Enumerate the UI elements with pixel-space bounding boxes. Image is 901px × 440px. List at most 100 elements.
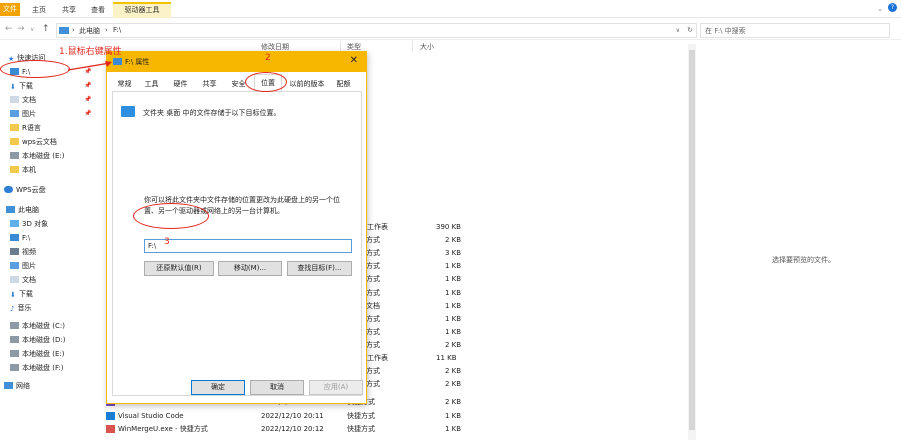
folder-icon xyxy=(10,124,19,131)
row-size: 1 KB xyxy=(445,288,462,297)
column-divider xyxy=(340,41,341,51)
sidebar-item-local-machine[interactable]: 本机 xyxy=(10,164,36,176)
tab-hardware[interactable]: 硬件 xyxy=(168,77,193,91)
sidebar-item-network[interactable]: 网络 xyxy=(4,380,30,392)
tab-general[interactable]: 常规 xyxy=(112,77,137,91)
annotation-circle-restore xyxy=(133,203,209,229)
sidebar-item-f-drive[interactable]: F:\ xyxy=(10,232,30,244)
row-type-partial: 工作表 xyxy=(367,223,388,231)
sidebar-item-downloads[interactable]: ⬇ 下载 xyxy=(10,288,33,300)
row-type-partial: 方式 xyxy=(366,380,380,389)
row-type-partial: 方式 xyxy=(366,262,380,271)
column-header-size[interactable]: 大小 xyxy=(420,42,434,52)
scrollbar-thumb[interactable] xyxy=(689,50,695,430)
row-type-partial: 工作表 xyxy=(367,354,388,362)
address-dropdown-icon[interactable]: ∨ xyxy=(676,27,680,34)
sidebar-item-downloads-quick[interactable]: ⬇ 下载 xyxy=(10,80,33,92)
sidebar-item-music[interactable]: ♪ 音乐 xyxy=(10,302,31,314)
recent-dropdown-icon[interactable]: ∨ xyxy=(30,26,34,33)
row-type-partial: 方式 xyxy=(366,275,380,284)
address-bar-row: ← → ∨ ↑ › 此电脑 › F:\ ∨ ↻ 在 F:\ 中搜索 xyxy=(0,20,901,40)
cube-icon xyxy=(10,220,19,227)
breadcrumb-this-pc[interactable]: 此电脑 xyxy=(79,26,100,36)
document-icon xyxy=(10,96,19,103)
tab-quota[interactable]: 配额 xyxy=(331,77,356,91)
row-size: 3 KB xyxy=(445,249,462,258)
tab-drive-tools[interactable]: 驱动器工具 xyxy=(113,2,171,18)
sidebar-item-documents[interactable]: 文档 xyxy=(10,274,36,286)
download-icon: ⬇ xyxy=(10,83,16,91)
row-type-partial: 方式 xyxy=(366,340,380,349)
sidebar-item-documents-quick[interactable]: 文档 xyxy=(10,94,36,106)
preview-pane-text: 选择要预览的文件。 xyxy=(772,256,835,264)
sidebar-item-wps-cloud[interactable]: WPS云盘 xyxy=(4,184,46,196)
annotation-step1: 1.鼠标右键属性 xyxy=(59,47,122,57)
sidebar-item-local-c[interactable]: 本地磁盘 (C:) xyxy=(10,320,65,332)
search-input[interactable]: 在 F:\ 中搜索 xyxy=(700,23,890,38)
computer-icon xyxy=(6,206,15,213)
sidebar-item-pictures-quick[interactable]: 图片 xyxy=(10,108,36,120)
winmerge-icon xyxy=(106,425,115,433)
drive-icon xyxy=(10,152,19,159)
pin-icon: 📌 xyxy=(84,96,92,103)
star-icon: ★ xyxy=(8,55,15,63)
row-size: 2 KB xyxy=(445,380,462,389)
row-type-partial: 方式 xyxy=(366,236,380,245)
search-placeholder: 在 F:\ 中搜索 xyxy=(705,27,746,35)
close-icon[interactable]: ✕ xyxy=(350,55,358,66)
sidebar-item-wps-docs[interactable]: wps云文档 xyxy=(10,136,57,148)
ribbon-collapse-icon[interactable]: ⌄ xyxy=(877,5,883,13)
restore-default-button[interactable]: 还原默认值(R) xyxy=(144,261,214,276)
sidebar-item-this-pc[interactable]: 此电脑 xyxy=(6,204,39,216)
sidebar-item-local-f[interactable]: 本地磁盘 (F:) xyxy=(10,362,64,374)
sidebar-item-videos[interactable]: 视频 xyxy=(10,246,36,258)
sidebar-item-local-d[interactable]: 本地磁盘 (D:) xyxy=(10,334,65,346)
row-type-partial: 方式 xyxy=(366,249,380,258)
location-path-input[interactable]: F:\ xyxy=(144,239,352,253)
sidebar-item-local-e[interactable]: 本地磁盘 (E:) xyxy=(10,348,64,360)
desktop-folder-icon xyxy=(121,106,135,117)
network-icon xyxy=(4,382,13,389)
row-size: 1 KB xyxy=(445,301,462,310)
tab-tools[interactable]: 工具 xyxy=(139,77,164,91)
scrollbar[interactable] xyxy=(688,44,696,440)
ok-button[interactable]: 确定 xyxy=(191,380,245,395)
location-info-text: 文件夹 桌面 中的文件存储于以下目标位置。 xyxy=(143,109,281,117)
refresh-icon[interactable]: ↻ xyxy=(687,26,693,34)
forward-icon[interactable]: → xyxy=(17,24,25,34)
sidebar-item-pictures[interactable]: 图片 xyxy=(10,260,36,272)
find-target-button[interactable]: 查找目标(F)... xyxy=(287,261,352,276)
help-icon[interactable]: ? xyxy=(888,3,897,12)
tab-share[interactable]: 共享 xyxy=(58,4,80,18)
back-icon[interactable]: ← xyxy=(5,24,13,34)
row-size: 1 KB xyxy=(445,275,462,284)
drive-icon xyxy=(10,322,19,329)
annotation-arrow xyxy=(67,61,112,71)
tab-sharing[interactable]: 共享 xyxy=(197,77,222,91)
table-row[interactable]: WinMergeU.exe - 快捷方式 2022/12/10 20:12 快捷… xyxy=(100,423,690,436)
tab-view[interactable]: 查看 xyxy=(87,4,109,18)
address-input[interactable]: › 此电脑 › F:\ ∨ ↻ xyxy=(56,23,697,38)
up-icon[interactable]: ↑ xyxy=(42,24,50,34)
tab-home[interactable]: 主页 xyxy=(28,4,50,18)
dialog-title-bar[interactable]: F:\ 属性 ✕ xyxy=(107,52,366,72)
table-row[interactable]: Visual Studio Code 2022/12/10 20:11 快捷方式… xyxy=(100,410,690,423)
tab-file[interactable]: 文件 xyxy=(0,3,20,16)
tab-previous-versions[interactable]: 以前的版本 xyxy=(285,77,329,91)
apply-button[interactable]: 应用(A) xyxy=(309,380,363,395)
pin-icon: 📌 xyxy=(84,82,92,89)
location-path-value: F:\ xyxy=(148,242,157,250)
cancel-button[interactable]: 取消 xyxy=(250,380,304,395)
annotation-step3: 3 xyxy=(164,237,170,247)
pin-icon: 📌 xyxy=(84,110,92,117)
column-divider xyxy=(412,41,413,51)
sidebar-item-r-language[interactable]: R语言 xyxy=(10,122,41,134)
drive-icon xyxy=(10,234,19,241)
move-button[interactable]: 移动(M)... xyxy=(218,261,282,276)
sidebar-item-local-e-quick[interactable]: 本地磁盘 (E:) xyxy=(10,150,64,162)
row-size: 2 KB xyxy=(445,236,462,245)
row-type-partial: 方式 xyxy=(366,327,380,336)
sidebar-item-3d-objects[interactable]: 3D 对象 xyxy=(10,218,48,230)
breadcrumb-drive[interactable]: F:\ xyxy=(113,26,121,34)
ribbon: 文件 主页 共享 查看 驱动器工具 ⌄ ? xyxy=(0,0,901,18)
